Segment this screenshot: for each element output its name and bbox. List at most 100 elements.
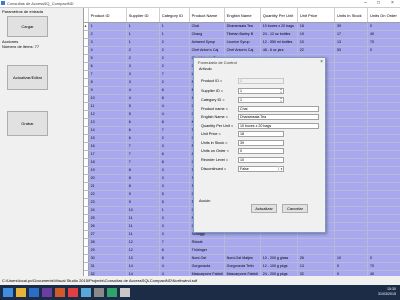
spin-arrows-icon[interactable]: ▴ ▾ [279,97,283,103]
table-cell[interactable] [367,142,400,151]
update-edit-button[interactable]: Actualizar/Editar [7,65,48,90]
table-cell[interactable]: Chef Anton's Caj [189,46,225,55]
table-cell[interactable]: 4 [159,102,190,111]
table-cell[interactable] [367,246,400,255]
table-cell[interactable] [367,126,400,135]
table-cell[interactable]: 8 [159,158,190,167]
table-cell[interactable]: 2 [159,54,190,63]
form-input[interactable]: 39 [238,140,284,146]
table-cell[interactable]: 28 [88,238,127,247]
table-cell[interactable]: 25 [88,214,127,223]
table-cell[interactable]: Mascarpone Fabioli [189,270,225,276]
table-cell[interactable]: 7 [159,238,190,247]
table-cell[interactable]: 9 [334,270,368,276]
table-cell[interactable]: 12 [126,246,160,255]
table-cell[interactable]: 0 [367,22,400,31]
table-cell[interactable]: 7 [159,126,190,135]
table-cell[interactable] [334,54,368,63]
system-clock[interactable]: 15:30 31/03/2015 [378,287,396,297]
ie-icon[interactable] [29,288,39,297]
table-cell[interactable]: 14 [126,270,160,276]
table-cell[interactable]: 2 [159,38,190,47]
table-cell[interactable]: 7 [126,150,160,159]
column-header[interactable]: Category ID [159,8,190,23]
form-input[interactable]: 10 [238,157,284,163]
table-cell[interactable]: 3 [159,214,190,223]
table-cell[interactable]: 8 [126,174,160,183]
table-cell[interactable]: 3 [159,174,190,183]
table-cell[interactable]: 3 [159,142,190,151]
table-cell[interactable]: 6 [126,134,160,143]
table-cell[interactable] [334,102,368,111]
app-icon-window[interactable] [120,288,130,297]
table-cell[interactable]: Rössle [189,238,225,247]
table-cell[interactable] [334,94,368,103]
table-cell[interactable] [334,174,368,183]
column-header[interactable]: Units In Stock [334,8,368,23]
table-cell[interactable]: 4 [126,86,160,95]
table-cell[interactable]: 4 [159,262,190,271]
table-cell[interactable] [334,134,368,143]
table-cell[interactable]: 16 [88,142,127,151]
table-cell[interactable] [334,110,368,119]
table-cell[interactable] [367,86,400,95]
table-cell[interactable] [334,126,368,135]
table-cell[interactable]: 40 [367,270,400,276]
table-cell[interactable]: 12 [126,238,160,247]
table-cell[interactable]: 3 [159,182,190,191]
table-row[interactable]: ▸ 1 1 1 Chai Dharamsala Tea 10 boxes x 20 bags… [84,22,400,31]
table-cell[interactable] [367,174,400,183]
table-cell[interactable]: 3 [159,230,190,239]
table-cell[interactable]: 10 [334,254,368,263]
table-cell[interactable]: Tibetan Barley B [224,30,261,39]
table-cell[interactable]: 26 [88,222,127,231]
table-cell[interactable] [260,246,298,255]
table-cell[interactable]: 17 [334,30,368,39]
table-cell[interactable]: 27 [88,230,127,239]
table-row[interactable]: 29 12 6 Thüringer [84,246,400,255]
table-cell[interactable] [367,118,400,127]
column-header[interactable]: Product ID [88,8,127,23]
table-cell[interactable] [367,158,400,167]
app-icon-green[interactable] [107,288,117,297]
table-cell[interactable]: 5 [126,110,160,119]
table-cell[interactable]: 17 [88,150,127,159]
table-cell[interactable]: 8 [159,118,190,127]
table-cell[interactable] [367,182,400,191]
table-cell[interactable]: 7 [126,158,160,167]
table-cell[interactable]: 70 [367,38,400,47]
table-cell[interactable]: 23 [88,198,127,207]
form-input[interactable]: 10 boxes x 20 bags [238,123,319,129]
table-cell[interactable] [367,230,400,239]
table-cell[interactable] [334,222,368,231]
table-cell[interactable] [224,238,261,247]
table-cell[interactable] [334,182,368,191]
table-cell[interactable]: 4 [126,94,160,103]
table-cell[interactable] [334,198,368,207]
table-cell[interactable] [367,102,400,111]
table-cell[interactable]: 3 [159,166,190,175]
table-cell[interactable]: 31 [88,262,127,271]
firefox-icon[interactable] [55,288,65,297]
table-cell[interactable]: 10 - 200 g glass [260,254,298,263]
table-cell[interactable]: 9 [126,190,160,199]
table-cell[interactable] [334,206,368,215]
table-row[interactable]: 2 1 1 Chang Tibetan Barley B 24 - 12 oz bottl… [84,30,400,39]
table-cell[interactable]: 1 [126,38,160,47]
column-header[interactable]: Units On Order [367,8,400,23]
table-cell[interactable]: 10 [126,206,160,215]
table-cell[interactable]: 8 [159,94,190,103]
table-cell[interactable]: 7 [126,142,160,151]
table-cell[interactable] [334,214,368,223]
table-cell[interactable]: 13 [88,118,127,127]
table-cell[interactable] [367,62,400,71]
table-cell[interactable]: Aniseed Syrup [189,38,225,47]
explorer-icon[interactable] [16,288,26,297]
save-button[interactable]: Grabar [7,111,48,136]
table-cell[interactable]: Chang [189,30,225,39]
table-cell[interactable]: 10 [88,94,127,103]
maximize-icon[interactable]: □ [372,0,385,7]
table-cell[interactable]: 12 [88,110,127,119]
table-cell[interactable]: 32 [297,270,335,276]
chevron-down-icon[interactable]: ▾ [278,166,284,172]
